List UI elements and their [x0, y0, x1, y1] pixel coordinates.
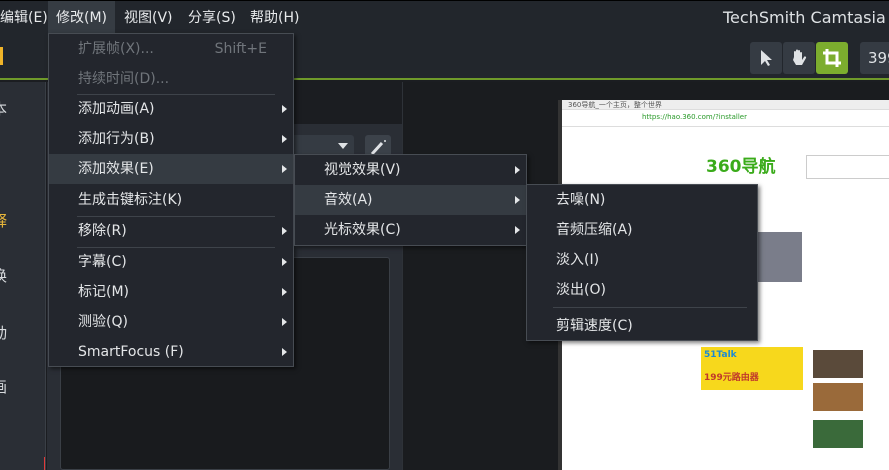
record-indicator	[0, 47, 3, 65]
menu-item-noise-removal[interactable]: 去噪(N)	[527, 185, 757, 215]
left-item[interactable]: 释	[0, 210, 7, 231]
menu-item-audio-effects[interactable]: 音效(A)	[295, 185, 526, 215]
menu-item-label: 测验(Q)	[78, 314, 128, 330]
menu-item-cursor-effects[interactable]: 光标效果(C)	[295, 215, 526, 245]
menu-item-fade-in[interactable]: 淡入(I)	[527, 245, 757, 275]
menu-item-clip-speed[interactable]: 剪辑速度(C)	[527, 311, 757, 341]
menu-item-label: 移除(R)	[78, 223, 127, 239]
submenu-arrow-icon	[282, 288, 287, 296]
menu-item-duration[interactable]: 持续时间(D)...	[49, 64, 293, 94]
zoom-level[interactable]: 399	[860, 42, 889, 74]
menu-item-audio-compression[interactable]: 音频压缩(A)	[527, 215, 757, 245]
menu-item-label: 添加效果(E)	[78, 161, 154, 177]
menu-item-label: 添加行为(B)	[78, 131, 155, 147]
site-logo: 360导航	[706, 157, 776, 177]
menu-item-add-effect[interactable]: 添加效果(E)	[49, 154, 293, 184]
menu-share[interactable]: 分享(S)	[180, 1, 244, 34]
menu-view[interactable]: 视图(V)	[116, 1, 181, 34]
menu-item-label: 标记(M)	[78, 284, 130, 300]
crop-icon	[823, 49, 841, 67]
modify-menu: 扩展帧(X)... Shift+E 持续时间(D)... 添加动画(A) 添加行为…	[48, 33, 294, 367]
thumbnail	[813, 420, 863, 448]
menu-item-label: 字幕(C)	[78, 254, 127, 270]
menu-item-add-behavior[interactable]: 添加行为(B)	[49, 124, 293, 154]
menu-item-remove[interactable]: 移除(R)	[49, 216, 293, 246]
thumbnail	[813, 350, 863, 378]
menu-modify[interactable]: 修改(M)	[48, 1, 116, 34]
menu-item-smartfocus[interactable]: SmartFocus (F)	[49, 337, 293, 367]
menu-item-label: 音效(A)	[324, 192, 373, 208]
menu-item-label: SmartFocus (F)	[78, 344, 184, 360]
effects-submenu: 视觉效果(V) 音效(A) 光标效果(C)	[294, 154, 527, 246]
left-item[interactable]: 动	[0, 322, 7, 343]
left-item[interactable]: 本	[0, 98, 7, 119]
submenu-arrow-icon	[282, 105, 287, 113]
menu-item-keystroke-callouts[interactable]: 生成击键标注(K)	[49, 185, 293, 215]
submenu-arrow-icon	[282, 165, 287, 173]
submenu-arrow-icon	[282, 348, 287, 356]
submenu-arrow-icon	[282, 227, 287, 235]
chevron-down-icon	[338, 143, 348, 149]
hand-icon	[793, 49, 807, 65]
pan-tool-button[interactable]	[783, 42, 815, 74]
menu-item-label: 视觉效果(V)	[324, 162, 401, 178]
ad-title: 51Talk	[704, 350, 737, 360]
ad-price: 199元路由器	[704, 373, 759, 383]
menu-separator	[553, 307, 747, 308]
submenu-arrow-icon	[282, 258, 287, 266]
menu-item-quiz[interactable]: 测验(Q)	[49, 307, 293, 337]
shortcut-label: Shift+E	[214, 41, 267, 57]
menu-item-fade-out[interactable]: 淡出(O)	[527, 275, 757, 305]
divider	[562, 126, 889, 127]
left-item[interactable]: 画	[0, 376, 7, 397]
submenu-arrow-icon	[282, 318, 287, 326]
menu-help[interactable]: 帮助(H)	[242, 1, 307, 34]
menu-item-label: 扩展帧(X)...	[78, 41, 154, 57]
submenu-arrow-icon	[515, 196, 520, 204]
cursor-icon	[761, 50, 772, 66]
browser-url: https://hao.360.com/?installer	[642, 113, 747, 121]
menu-item-label: 添加动画(A)	[78, 101, 155, 117]
thumbnail	[813, 383, 863, 411]
submenu-arrow-icon	[515, 166, 520, 174]
menu-item-add-animation[interactable]: 添加动画(A)	[49, 94, 293, 124]
submenu-arrow-icon	[515, 226, 520, 234]
left-item[interactable]: 换	[0, 265, 7, 286]
menu-item-captions[interactable]: 字幕(C)	[49, 247, 293, 277]
ad-banner: 51Talk 199元路由器	[701, 347, 803, 390]
menu-item-visual-effects[interactable]: 视觉效果(V)	[295, 155, 526, 185]
window-title: TechSmith Camtasia -	[723, 8, 889, 27]
submenu-arrow-icon	[282, 135, 287, 143]
browser-tab: 360导航_一个主页，整个世界	[562, 100, 889, 110]
menu-item-markers[interactable]: 标记(M)	[49, 277, 293, 307]
site-search	[806, 155, 889, 179]
menu-item-extend-frame[interactable]: 扩展帧(X)... Shift+E	[49, 34, 293, 64]
menu-bar: 编辑(E) 修改(M) 视图(V) 分享(S) 帮助(H) TechSmith …	[0, 0, 889, 34]
menu-item-label: 光标效果(C)	[324, 222, 401, 238]
playhead-marker	[44, 457, 45, 470]
left-panel: 本 释 换 动 画	[0, 82, 46, 470]
crop-tool-button[interactable]	[816, 42, 848, 74]
audio-effects-submenu: 去噪(N) 音频压缩(A) 淡入(I) 淡出(O) 剪辑速度(C)	[526, 184, 758, 341]
select-tool-button[interactable]	[750, 42, 782, 74]
